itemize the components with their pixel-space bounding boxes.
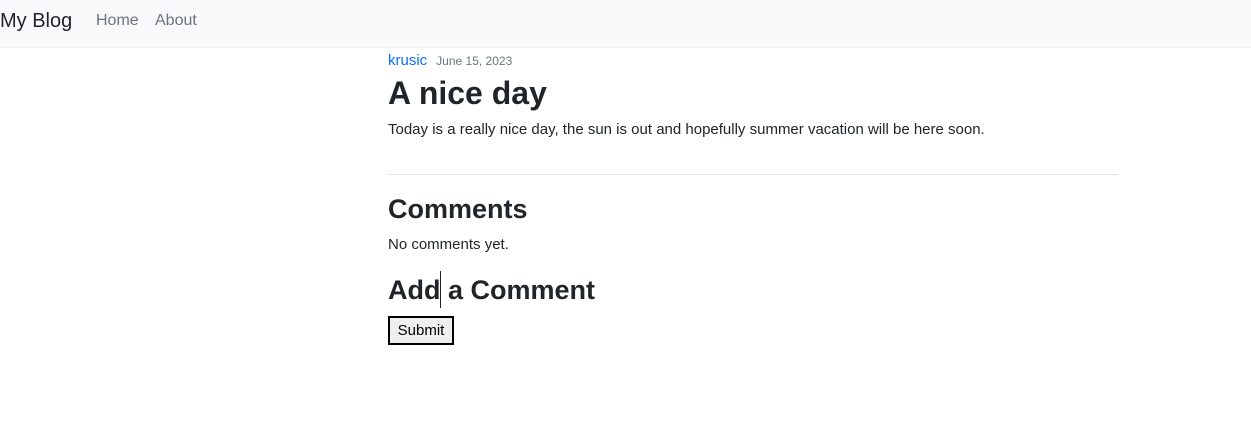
text-cursor — [440, 271, 441, 308]
post-body: Today is a really nice day, the sun is o… — [388, 121, 985, 138]
post-meta: krusic June 15, 2023 — [388, 51, 512, 71]
post-date: June 15, 2023 — [436, 54, 513, 68]
nav-link-home[interactable]: Home — [96, 11, 139, 31]
submit-button[interactable]: Submit — [388, 316, 454, 345]
post-title: A nice day — [388, 75, 547, 111]
nav-link-about[interactable]: About — [155, 11, 197, 31]
no-comments-text: No comments yet. — [388, 236, 509, 253]
comments-heading: Comments — [388, 194, 528, 224]
divider — [388, 174, 1118, 175]
add-comment-heading: Add a Comment — [388, 275, 596, 305]
brand-link[interactable]: My Blog — [0, 9, 72, 33]
navbar: My Blog Home About — [0, 0, 1251, 48]
author-link[interactable]: krusic — [388, 52, 427, 69]
